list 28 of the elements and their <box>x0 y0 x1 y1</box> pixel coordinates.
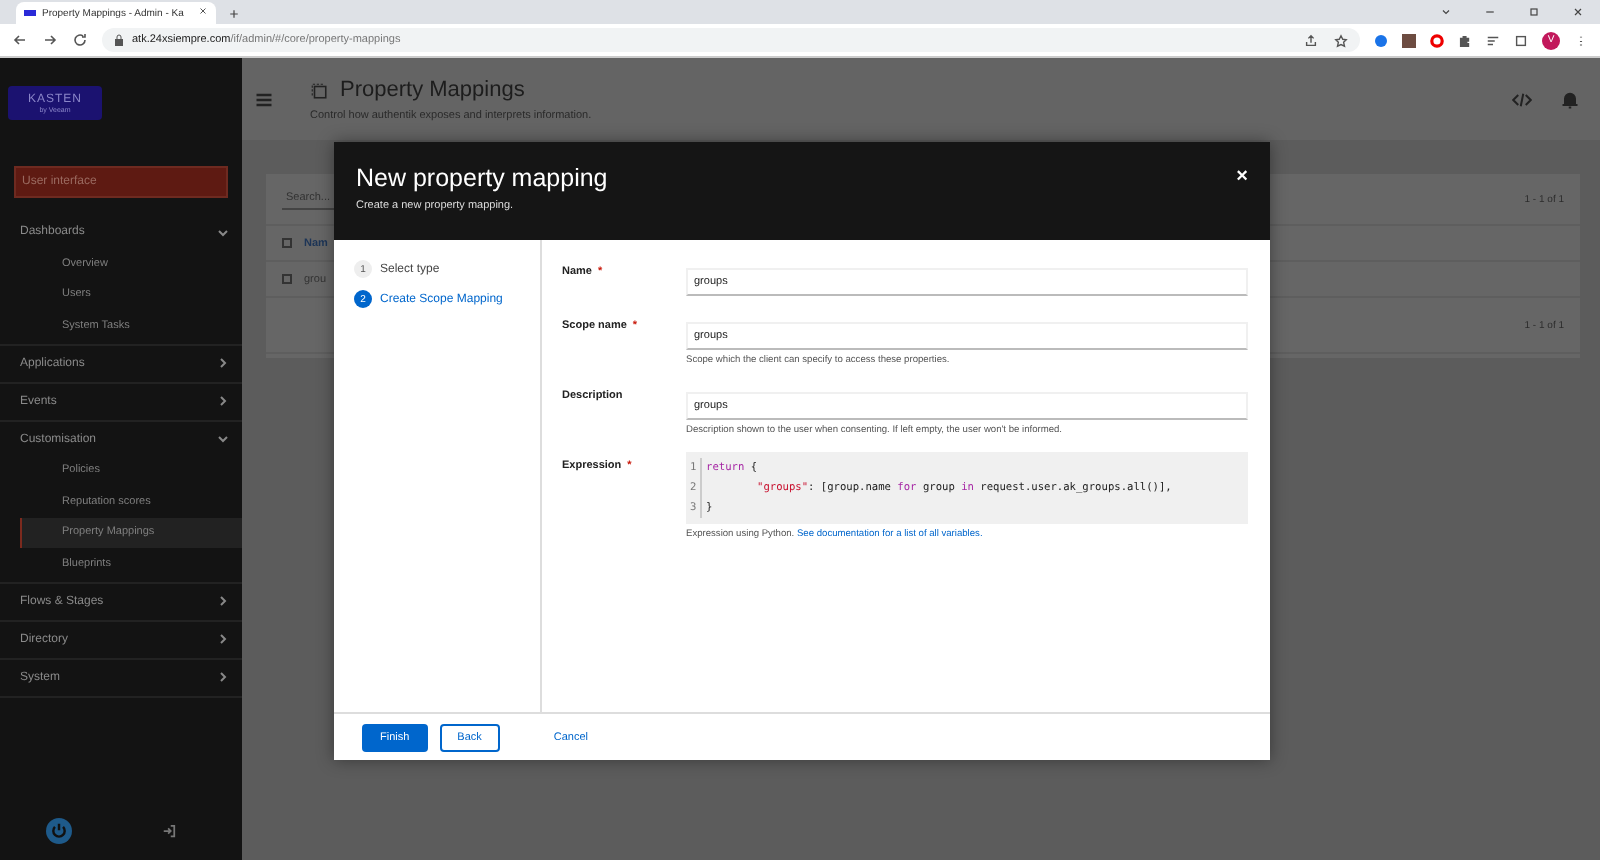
logout-icon[interactable] <box>162 823 177 837</box>
minimize-icon[interactable] <box>1484 6 1496 18</box>
checkbox[interactable] <box>282 274 292 284</box>
star-icon[interactable] <box>1334 33 1348 47</box>
media-icon[interactable] <box>1486 33 1500 47</box>
close-icon[interactable] <box>198 6 208 16</box>
share-icon[interactable] <box>1304 33 1318 47</box>
modal-title: New property mapping <box>356 164 608 192</box>
chevron-down-icon[interactable] <box>1440 6 1452 18</box>
sidebar-icon[interactable] <box>1514 33 1528 47</box>
power-icon[interactable] <box>45 817 72 843</box>
page-title: Property Mappings <box>340 78 525 102</box>
puzzle-icon[interactable] <box>1458 33 1472 47</box>
opera-icon[interactable] <box>1430 33 1444 47</box>
maximize-icon[interactable] <box>1528 6 1540 18</box>
bell-icon[interactable] <box>1560 90 1580 110</box>
code-icon[interactable] <box>1512 90 1532 110</box>
favicon-icon <box>24 10 36 16</box>
checkbox[interactable] <box>282 238 292 248</box>
close-icon[interactable] <box>1572 6 1584 18</box>
forward-icon[interactable] <box>42 32 58 48</box>
close-button[interactable]: × <box>1236 168 1248 188</box>
page-icon <box>310 81 328 99</box>
reload-icon[interactable] <box>72 32 88 48</box>
new-tab-icon[interactable] <box>228 8 240 20</box>
back-icon[interactable] <box>12 32 28 48</box>
menu-icon[interactable] <box>254 90 274 110</box>
lock-icon <box>114 34 124 46</box>
